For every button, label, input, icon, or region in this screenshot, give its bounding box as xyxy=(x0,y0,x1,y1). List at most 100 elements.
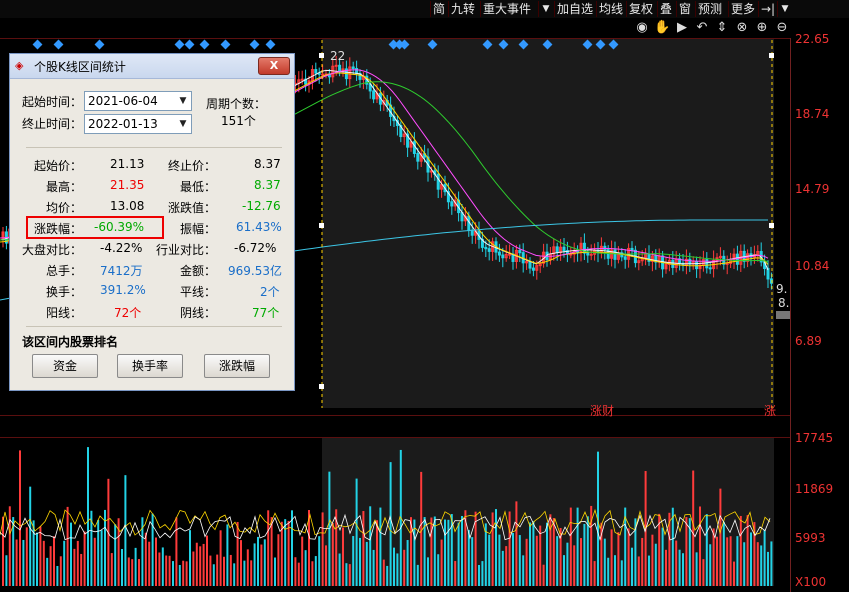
volume-bar xyxy=(576,507,579,586)
end-time-select[interactable]: 2022-01-13 ▼ xyxy=(84,114,192,134)
volume-bar xyxy=(396,553,399,586)
volume-bar xyxy=(461,515,463,586)
start-time-select[interactable]: 2021-06-04 ▼ xyxy=(84,91,192,111)
volume-bar xyxy=(726,537,729,586)
volume-bar xyxy=(253,543,256,586)
volume-bar xyxy=(457,522,460,586)
volume-bar xyxy=(607,557,610,586)
capital-button[interactable]: 资金 xyxy=(32,354,98,378)
close-button[interactable]: X xyxy=(258,57,290,75)
volume-bar xyxy=(83,531,86,586)
volume-bar xyxy=(505,546,508,586)
volume-bar xyxy=(627,528,630,586)
volume-bar xyxy=(481,561,484,586)
chart-bottom-border xyxy=(0,415,790,416)
candle xyxy=(300,78,304,81)
volume-bar xyxy=(161,547,164,586)
volume-bar xyxy=(685,517,688,586)
volume-bar xyxy=(512,533,514,586)
candle xyxy=(470,229,474,236)
change-pct-button[interactable]: 涨跌幅 xyxy=(204,354,270,378)
volume-bar xyxy=(750,532,752,586)
candle xyxy=(372,90,376,100)
volume-bar xyxy=(233,563,236,586)
volume-bar xyxy=(25,527,28,586)
flat-value: 2个 xyxy=(260,285,280,299)
volume-bar xyxy=(301,536,304,586)
candle xyxy=(613,249,617,260)
volume-bar xyxy=(73,548,76,586)
end-time-label: 终止时间： xyxy=(22,117,83,131)
down-candles-label: 阴线： xyxy=(180,306,217,320)
volume-bar xyxy=(93,537,96,586)
volume-bar xyxy=(665,549,667,586)
volume-bar xyxy=(5,555,8,586)
high-value: 21.35 xyxy=(110,178,145,192)
volume-bar xyxy=(386,565,389,586)
selected-range-bg xyxy=(322,38,774,408)
volume-bar xyxy=(280,521,283,586)
start-time-label: 起始时间： xyxy=(22,95,83,109)
volume-bar xyxy=(76,540,79,586)
volume-bar xyxy=(617,532,620,586)
volume-bar xyxy=(342,527,344,586)
volume-bar xyxy=(49,546,52,586)
amplitude-label: 振幅： xyxy=(180,222,217,236)
volume-bar xyxy=(682,553,684,586)
volume-bar xyxy=(651,534,654,586)
turnover-rate-button[interactable]: 换手率 xyxy=(117,354,183,378)
volume-bar xyxy=(770,541,773,586)
volume-bar xyxy=(515,501,518,586)
volume-bar xyxy=(427,557,429,586)
up-candles-value: 72个 xyxy=(114,306,142,320)
volume-bar xyxy=(182,560,185,586)
period-count-value: 151个 xyxy=(221,114,256,128)
volume-bar xyxy=(393,547,395,586)
candle xyxy=(314,69,318,74)
range-stats-dialog: ◈ 个股K线区间统计 X 起始时间： 2021-06-04 ▼ 终止时间： 20… xyxy=(9,53,295,391)
volume-bar xyxy=(100,530,103,586)
avg-price-value: 13.08 xyxy=(110,199,145,213)
volume-bar xyxy=(586,516,589,586)
volume-bar xyxy=(675,540,678,586)
volume-bar xyxy=(692,470,695,586)
candle xyxy=(338,64,342,73)
volume-bar xyxy=(444,519,446,586)
start-bottom-handle xyxy=(319,384,324,389)
avg-price-label: 均价： xyxy=(46,201,83,215)
volume-bar xyxy=(467,529,470,586)
volume-bar xyxy=(70,522,72,586)
volume-bar xyxy=(22,539,25,586)
chevron-down-icon[interactable]: ▼ xyxy=(175,92,191,110)
volume-bar xyxy=(702,559,705,586)
volume-bar xyxy=(491,512,494,586)
candle xyxy=(725,262,729,265)
volume-bar xyxy=(158,552,161,586)
volume-bar xyxy=(678,549,681,586)
amount-value: 969.53亿 xyxy=(228,264,282,278)
volume-bar xyxy=(430,517,433,586)
volume-bar xyxy=(498,534,501,586)
price-axis-line xyxy=(790,38,791,592)
rank-title: 该区间内股票排名 xyxy=(22,335,119,349)
volume-bar xyxy=(226,524,229,586)
dialog-titlebar[interactable]: ◈ 个股K线区间统计 X xyxy=(10,54,294,79)
volume-bar xyxy=(709,544,712,586)
price-tick: 14.79 xyxy=(795,182,830,196)
volume-bar xyxy=(610,529,613,586)
candle xyxy=(450,201,454,207)
volume-bar xyxy=(311,561,314,586)
chevron-down-icon[interactable]: ▼ xyxy=(175,115,191,133)
volume-bar xyxy=(321,512,324,586)
volume-bar xyxy=(274,557,276,586)
volume-bar xyxy=(695,552,698,586)
volume-bar xyxy=(63,540,66,586)
volume-bar xyxy=(338,553,341,586)
volume-bar xyxy=(569,507,572,586)
volume-top-border xyxy=(0,437,790,438)
low-label: 最低： xyxy=(180,180,217,194)
divider xyxy=(26,326,282,327)
volume-bar xyxy=(246,549,249,586)
change-value: -12.76 xyxy=(242,199,281,213)
volume-bar xyxy=(580,538,582,586)
